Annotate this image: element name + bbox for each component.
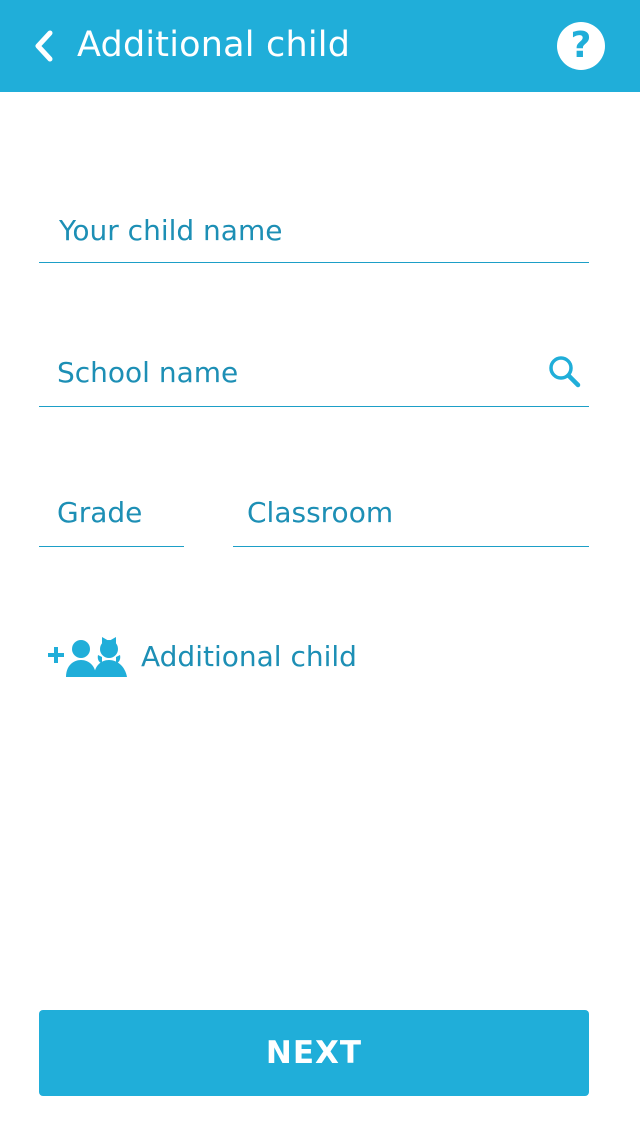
child-name-field <box>39 198 589 263</box>
classroom-input[interactable] <box>233 478 589 546</box>
next-button-label: NEXT <box>265 1035 363 1071</box>
help-button[interactable]: ? <box>557 22 605 70</box>
child-name-input[interactable] <box>39 198 589 262</box>
add-children-icon <box>48 637 127 677</box>
question-mark-icon: ? <box>570 25 592 66</box>
grade-field <box>39 478 184 547</box>
grade-input[interactable] <box>39 478 184 546</box>
add-child-button[interactable]: Additional child <box>47 628 357 684</box>
app-header: Additional child ? <box>0 0 640 92</box>
school-name-input[interactable] <box>39 338 589 406</box>
school-name-field <box>39 338 589 407</box>
back-button[interactable] <box>22 24 66 68</box>
add-child-label: Additional child <box>141 639 357 673</box>
next-button[interactable]: NEXT <box>39 1010 589 1096</box>
page-title: Additional child <box>77 25 351 65</box>
chevron-left-icon <box>35 30 53 62</box>
app-screen: Additional child ? Your child name Schoo… <box>0 0 640 1136</box>
classroom-field <box>233 478 589 547</box>
search-icon[interactable] <box>547 354 583 390</box>
